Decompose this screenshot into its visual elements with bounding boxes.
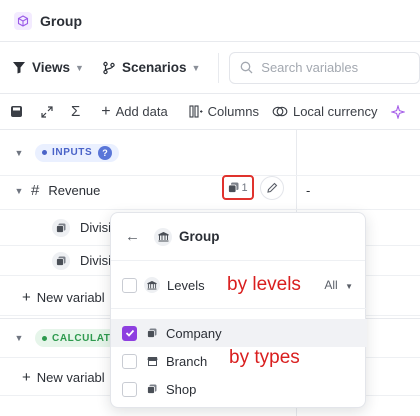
plus-icon: +: [22, 369, 31, 386]
toolbar: Σ + Add data Columns Local currency: [0, 94, 420, 130]
search-placeholder: Search variables: [261, 60, 359, 75]
cube-icon: [14, 11, 32, 30]
chevron-down-icon[interactable]: ▼: [13, 333, 25, 343]
save-button[interactable]: [10, 105, 28, 118]
currency-icon: [272, 106, 288, 117]
annotation-by-levels: by levels: [227, 274, 301, 295]
checkmark-icon: [125, 329, 134, 337]
page-title: Group: [40, 12, 82, 29]
layers-icon: [144, 381, 160, 397]
type-option-shop[interactable]: Shop: [111, 375, 367, 403]
chevron-down-icon[interactable]: ▼: [13, 148, 25, 158]
expand-icon: [41, 105, 53, 118]
columns-label: Columns: [207, 104, 259, 119]
divider: [111, 308, 367, 309]
type-label: Shop: [166, 381, 197, 397]
layers-icon: [52, 218, 70, 237]
columns-button[interactable]: Columns: [189, 104, 259, 119]
levels-label: Levels: [167, 277, 205, 293]
search-input[interactable]: Search variables: [229, 51, 420, 84]
inputs-badge: INPUTS ?: [35, 143, 120, 162]
save-icon: [11, 106, 22, 117]
title-bar: Group: [0, 0, 420, 42]
filter-icon: [13, 62, 25, 74]
sum-button[interactable]: Σ: [71, 103, 80, 120]
columns-icon: [189, 105, 203, 118]
layers-icon: [228, 182, 239, 193]
levels-checkbox[interactable]: [122, 277, 137, 293]
annotation-by-types: by types: [229, 347, 300, 368]
variable-value: -: [306, 183, 311, 198]
calculations-badge: CALCULAT: [35, 329, 118, 347]
local-currency-label: Local currency: [292, 104, 378, 119]
dimensions-badge[interactable]: 1: [222, 175, 254, 200]
variable-label: Revenue: [48, 183, 101, 198]
dimension-count: 1: [241, 181, 248, 194]
views-bar: Views ▼ Scenarios ▼ Search variables: [0, 42, 420, 94]
new-variable-label: New variabl: [36, 370, 105, 385]
views-dropdown[interactable]: Views ▼: [12, 60, 84, 75]
help-icon[interactable]: ?: [98, 145, 113, 160]
hash-icon: #: [31, 182, 40, 199]
scenarios-dropdown[interactable]: Scenarios ▼: [102, 60, 200, 75]
shop-checkbox[interactable]: [122, 381, 137, 397]
chevron-down-icon: ▼: [75, 62, 84, 73]
views-label: Views: [32, 60, 71, 75]
type-option-company[interactable]: Company: [111, 319, 367, 347]
search-icon: [240, 61, 253, 74]
company-checkbox[interactable]: [122, 325, 137, 341]
variable-row-revenue[interactable]: ▼ # Revenue -: [0, 172, 420, 210]
popup-header: ← Group: [111, 213, 365, 261]
plus-icon: +: [22, 289, 31, 306]
type-label: Branch: [166, 353, 208, 369]
dot-icon: [42, 335, 47, 341]
back-arrow-icon[interactable]: ←: [125, 228, 140, 245]
chevron-down-icon: ▼: [345, 282, 353, 291]
chevron-down-icon: ▼: [191, 62, 201, 73]
bank-icon: [144, 277, 160, 293]
plus-icon: +: [101, 102, 111, 120]
sparkle-icon: [390, 104, 405, 119]
dot-icon: [42, 150, 47, 155]
local-currency-button[interactable]: Local currency: [272, 104, 378, 119]
section-row-inputs: ▼ INPUTS ?: [0, 130, 420, 176]
layers-icon: [52, 251, 70, 270]
edit-button[interactable]: [260, 176, 284, 200]
type-label: Company: [166, 325, 222, 341]
scenarios-label: Scenarios: [121, 60, 187, 75]
levels-filter-value: All: [324, 278, 338, 292]
chevron-down-icon[interactable]: ▼: [13, 186, 25, 196]
division-label: Divisi: [80, 220, 112, 235]
divider: [218, 52, 220, 83]
ai-sparkle-button[interactable]: [390, 104, 410, 119]
levels-filter-dropdown[interactable]: All ▼: [324, 278, 353, 292]
inputs-label: INPUTS: [52, 147, 93, 158]
new-variable-label: New variabl: [36, 290, 105, 305]
branch-checkbox[interactable]: [122, 353, 137, 369]
sigma-icon: Σ: [71, 103, 81, 120]
calculations-label: CALCULAT: [52, 332, 111, 344]
expand-button[interactable]: [41, 105, 58, 118]
add-data-label: Add data: [115, 104, 168, 119]
popup-title: Group: [179, 229, 220, 244]
bank-icon: [154, 227, 172, 246]
pencil-icon: [267, 182, 278, 193]
layers-icon: [144, 325, 160, 341]
add-data-button[interactable]: + Add data: [101, 103, 167, 121]
store-icon: [144, 353, 160, 369]
division-label: Divisi: [80, 253, 112, 268]
dimension-filter-popup: ← Group Levels All ▼ Company Branch Shop: [110, 212, 367, 408]
branch-icon: [103, 61, 115, 74]
